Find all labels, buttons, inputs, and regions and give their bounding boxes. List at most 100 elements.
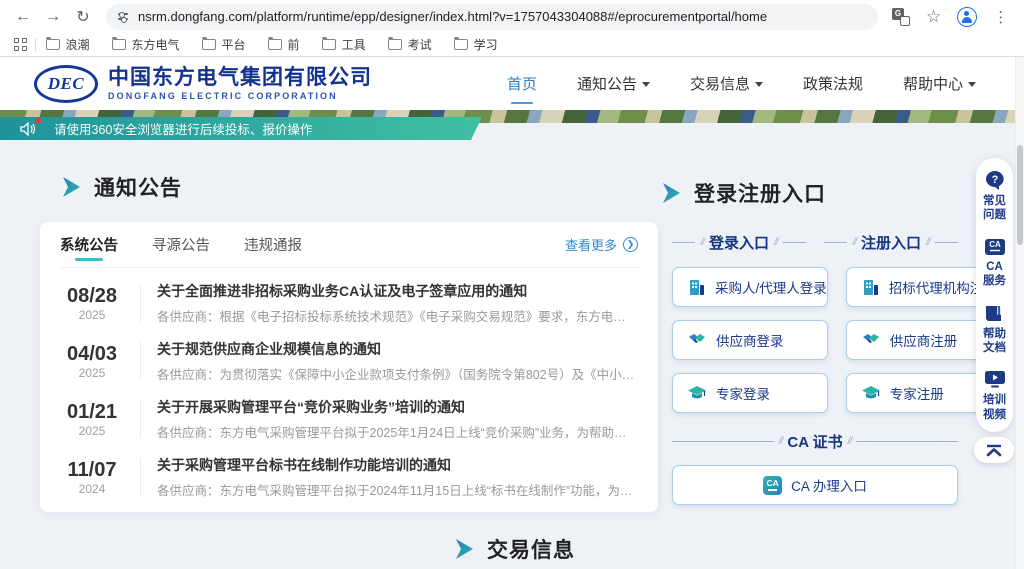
register-entry-header: // 注册入口 // (824, 232, 958, 253)
refresh-icon[interactable]: ↻ (70, 4, 96, 30)
announcements-heading: 通知公告 (62, 172, 182, 202)
bookmark-star-icon[interactable]: ☆ (926, 7, 941, 27)
announcements-card: 系统公告 寻源公告 违规通报 查看更多 ❯ 08/282025 关于全面推进非招… (40, 222, 658, 512)
folder-icon (112, 39, 126, 50)
announcements-list: 08/282025 关于全面推进非招标采购业务CA认证及电子签章应用的通知 各供… (60, 268, 638, 506)
section-arrow-icon (662, 182, 682, 204)
bookmark-folder[interactable]: 前 (268, 36, 300, 53)
browser-chrome: ← → ↻ nsrm.dongfang.com/platform/runtime… (0, 0, 1024, 57)
handshake-icon (687, 331, 707, 349)
notification-dot (35, 118, 41, 124)
help-doc-button[interactable]: 帮助文档 (982, 304, 1008, 356)
back-to-top-icon (985, 444, 1003, 457)
item-desc: 各供应商：为贯彻落实《保障中小企业款项支付条例》（国务院令第802号）及《中小企… (157, 364, 638, 383)
bookmarks-bar: 浪潮 东方电气 平台 前 工具 考试 学习 (0, 33, 1024, 56)
building-icon (687, 278, 706, 297)
item-title: 关于采购管理平台标书在线制作功能培训的通知 (157, 455, 638, 475)
forward-icon[interactable]: → (40, 4, 66, 30)
notice-bar: 请使用360安全浏览器进行后续投标、报价操作 (0, 117, 482, 140)
translate-icon[interactable]: G (892, 8, 910, 26)
item-title: 关于全面推进非招标采购业务CA认证及电子签章应用的通知 (157, 281, 638, 301)
bookmark-folder[interactable]: 学习 (454, 36, 498, 53)
purchaser-agent-login-button[interactable]: 采购人/代理人登录 (672, 267, 828, 307)
view-more-link[interactable]: 查看更多 ❯ (565, 235, 638, 254)
nav-item-home[interactable]: 首页 (507, 67, 537, 100)
back-icon[interactable]: ← (10, 4, 36, 30)
folder-icon (46, 39, 60, 50)
faq-button[interactable]: ? 常见问题 (982, 170, 1008, 223)
section-arrow-icon (62, 176, 82, 198)
login-register-heading: 登录注册入口 (662, 178, 826, 208)
supplier-login-button[interactable]: 供应商登录 (672, 320, 828, 360)
item-year: 2024 (60, 482, 124, 496)
url-text[interactable]: nsrm.dongfang.com/platform/runtime/epp/d… (138, 9, 767, 24)
tab-violation-reports[interactable]: 违规通报 (244, 222, 302, 267)
nav-item-announcements[interactable]: 通知公告 (577, 67, 650, 100)
list-item[interactable]: 01/212025 关于开展采购管理平台“竞价采购业务”培训的通知 各供应商：东… (60, 390, 638, 448)
list-item[interactable]: 11/072024 关于采购管理平台标书在线制作功能培训的通知 各供应商：东方电… (60, 448, 638, 506)
url-bar[interactable]: nsrm.dongfang.com/platform/runtime/epp/d… (106, 4, 878, 30)
item-year: 2025 (60, 308, 124, 322)
apps-grid-icon[interactable] (14, 38, 27, 51)
speaker-icon (20, 122, 36, 136)
bookmark-folder[interactable]: 浪潮 (46, 36, 90, 53)
building-icon (861, 278, 880, 297)
ca-service-button[interactable]: CA CA服务 (982, 238, 1008, 289)
profile-avatar[interactable] (957, 7, 977, 27)
item-date: 08/28 (60, 284, 124, 308)
chevron-right-circle-icon: ❯ (623, 237, 638, 252)
ca-apply-button[interactable]: CA CA 办理入口 (672, 465, 958, 505)
nav-item-help-center[interactable]: 帮助中心 (903, 67, 976, 100)
item-title: 关于开展采购管理平台“竞价采购业务”培训的通知 (157, 397, 638, 417)
folder-icon (454, 39, 468, 50)
bookmark-folder[interactable]: 平台 (202, 36, 246, 53)
item-date: 01/21 (60, 400, 124, 424)
item-date: 04/03 (60, 342, 124, 366)
page-scrollbar[interactable] (1015, 57, 1024, 569)
item-desc: 各供应商：东方电气采购管理平台拟于2024年11月15日上线“标书在线制作”功能… (157, 480, 638, 499)
svg-text:?: ? (991, 174, 998, 186)
bookmark-folder[interactable]: 工具 (322, 36, 366, 53)
svg-text:CA: CA (989, 240, 1001, 249)
ca-cert-header: // CA 证书 // (672, 431, 958, 452)
chrome-menu-icon[interactable]: ⋮ (993, 8, 1008, 26)
list-item[interactable]: 08/282025 关于全面推进非招标采购业务CA认证及电子签章应用的通知 各供… (60, 274, 638, 332)
tab-sourcing-announcements[interactable]: 寻源公告 (152, 222, 210, 267)
page: ← → ↻ nsrm.dongfang.com/platform/runtime… (0, 0, 1024, 569)
item-year: 2025 (60, 366, 124, 380)
site-header: DEC 中国东方电气集团有限公司 DONGFANG ELECTRIC CORPO… (0, 57, 1024, 110)
float-sidebar: ? 常见问题 CA CA服务 帮助文档 培训视频 (976, 158, 1013, 432)
bidding-agency-register-button[interactable]: 招标代理机构注册 (846, 267, 998, 307)
supplier-register-button[interactable]: 供应商注册 (846, 320, 998, 360)
list-item[interactable]: 04/032025 关于规范供应商企业规模信息的通知 各供应商：为贯彻落实《保障… (60, 332, 638, 390)
training-video-button[interactable]: 培训视频 (982, 370, 1008, 422)
chevron-down-icon (968, 82, 976, 87)
chevron-down-icon (642, 82, 650, 87)
nav-item-policies[interactable]: 政策法规 (803, 67, 863, 100)
video-icon (984, 370, 1006, 389)
announcements-tabs: 系统公告 寻源公告 违规通报 查看更多 ❯ (60, 222, 638, 268)
item-desc: 各供应商：东方电气采购管理平台拟于2025年1月24日上线“竞价采购”业务，为帮… (157, 422, 638, 441)
back-to-top-button[interactable] (974, 437, 1014, 463)
tab-system-announcements[interactable]: 系统公告 (60, 222, 118, 267)
section-arrow-icon (455, 538, 475, 560)
bookmark-folder[interactable]: 考试 (388, 36, 432, 53)
help-doc-icon (984, 304, 1006, 323)
item-desc: 各供应商：根据《电子招标投标系统技术规范》《电子采购交易规范》要求，东方电气采购… (157, 306, 638, 325)
folder-icon (268, 39, 282, 50)
expert-login-button[interactable]: 专家登录 (672, 373, 828, 413)
item-date: 11/07 (60, 458, 124, 482)
graduation-cap-icon (861, 384, 881, 402)
expert-register-button[interactable]: 专家注册 (846, 373, 998, 413)
company-logo[interactable]: DEC 中国东方电气集团有限公司 DONGFANG ELECTRIC CORPO… (34, 65, 372, 103)
dec-logo-icon: DEC (34, 65, 98, 103)
scrollbar-thumb[interactable] (1017, 145, 1023, 245)
bookmark-folder[interactable]: 东方电气 (112, 36, 180, 53)
nav-item-trade-info[interactable]: 交易信息 (690, 67, 763, 100)
main-nav: 首页 通知公告 交易信息 政策法规 帮助中心 (507, 67, 990, 100)
question-icon: ? (984, 170, 1006, 190)
company-name: 中国东方电气集团有限公司 (108, 66, 372, 90)
ca-icon: CA (984, 238, 1006, 256)
folder-icon (202, 39, 216, 50)
site-info-icon[interactable] (118, 13, 128, 19)
